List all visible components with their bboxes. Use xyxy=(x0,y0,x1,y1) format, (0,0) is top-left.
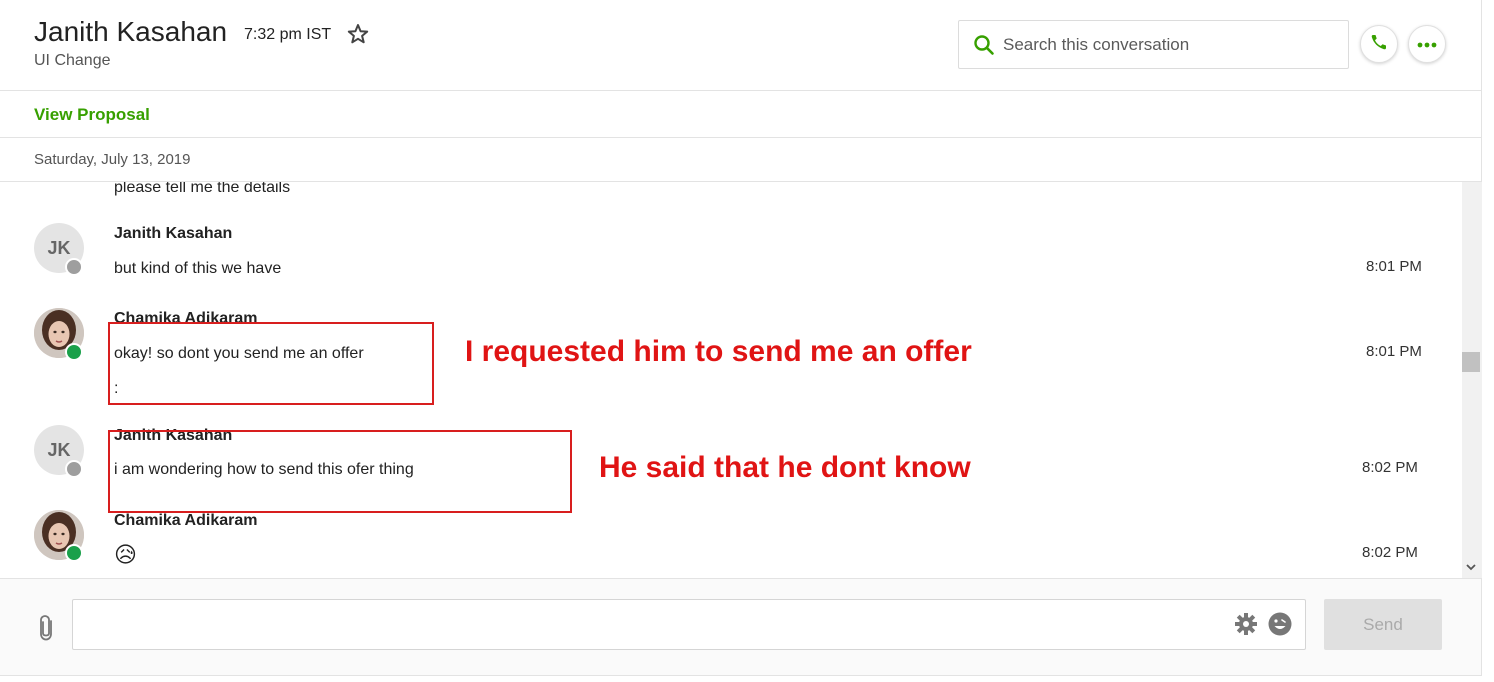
message-time: 8:01 PM xyxy=(1366,343,1422,360)
offline-status-dot xyxy=(65,258,83,276)
scrollbar-thumb[interactable] xyxy=(1462,352,1480,372)
annotation-box xyxy=(108,322,434,405)
date-label: Saturday, July 13, 2019 xyxy=(34,151,191,168)
view-proposal-link[interactable]: View Proposal xyxy=(34,105,150,125)
annotation-text: He said that he dont know xyxy=(599,451,971,484)
search-input[interactable] xyxy=(1003,21,1343,68)
online-status-dot xyxy=(65,343,83,361)
more-options-button[interactable] xyxy=(1408,25,1446,63)
paperclip-icon[interactable] xyxy=(36,613,58,643)
date-divider: Saturday, July 13, 2019 xyxy=(0,138,1482,182)
message-text: please tell me the details xyxy=(114,182,291,196)
more-icon xyxy=(1417,35,1437,53)
message-sender: Janith Kasahan xyxy=(114,225,233,242)
phone-icon xyxy=(1369,32,1389,57)
compose-box[interactable] xyxy=(72,599,1306,650)
message-emoji: 😥 xyxy=(114,542,137,567)
message-composer: Send xyxy=(0,578,1482,676)
contact-local-time: 7:32 pm IST xyxy=(244,26,332,43)
avatar-initials: JK xyxy=(47,439,71,460)
avatar-initials: JK xyxy=(47,237,71,258)
annotation-text: I requested him to send me an offer xyxy=(465,335,972,368)
send-button[interactable]: Send xyxy=(1324,599,1442,650)
call-button[interactable] xyxy=(1360,25,1398,63)
search-box[interactable] xyxy=(958,20,1349,69)
online-status-dot xyxy=(65,544,83,562)
message-input[interactable] xyxy=(73,600,1223,649)
star-icon[interactable] xyxy=(346,22,370,46)
chevron-down-icon[interactable] xyxy=(1464,560,1478,574)
proposal-bar: View Proposal xyxy=(0,91,1482,138)
offline-status-dot xyxy=(65,460,83,478)
message-text: but kind of this we have xyxy=(114,260,282,277)
message-time: 8:02 PM xyxy=(1362,544,1418,561)
message-sender: Chamika Adikaram xyxy=(114,512,258,529)
conversation-header: Janith Kasahan 7:32 pm IST UI Change xyxy=(0,0,1482,91)
contact-name[interactable]: Janith Kasahan xyxy=(34,16,227,48)
emoji-icon[interactable] xyxy=(1267,611,1293,637)
gear-icon[interactable] xyxy=(1233,611,1259,637)
scrollbar-track[interactable] xyxy=(1462,182,1482,578)
job-title[interactable]: UI Change xyxy=(34,52,111,70)
message-time: 8:02 PM xyxy=(1362,459,1418,476)
search-icon xyxy=(973,34,995,56)
annotation-box xyxy=(108,430,572,513)
message-list: please tell me the details JK Janith Kas… xyxy=(0,182,1462,578)
message-time: 8:01 PM xyxy=(1366,258,1422,275)
